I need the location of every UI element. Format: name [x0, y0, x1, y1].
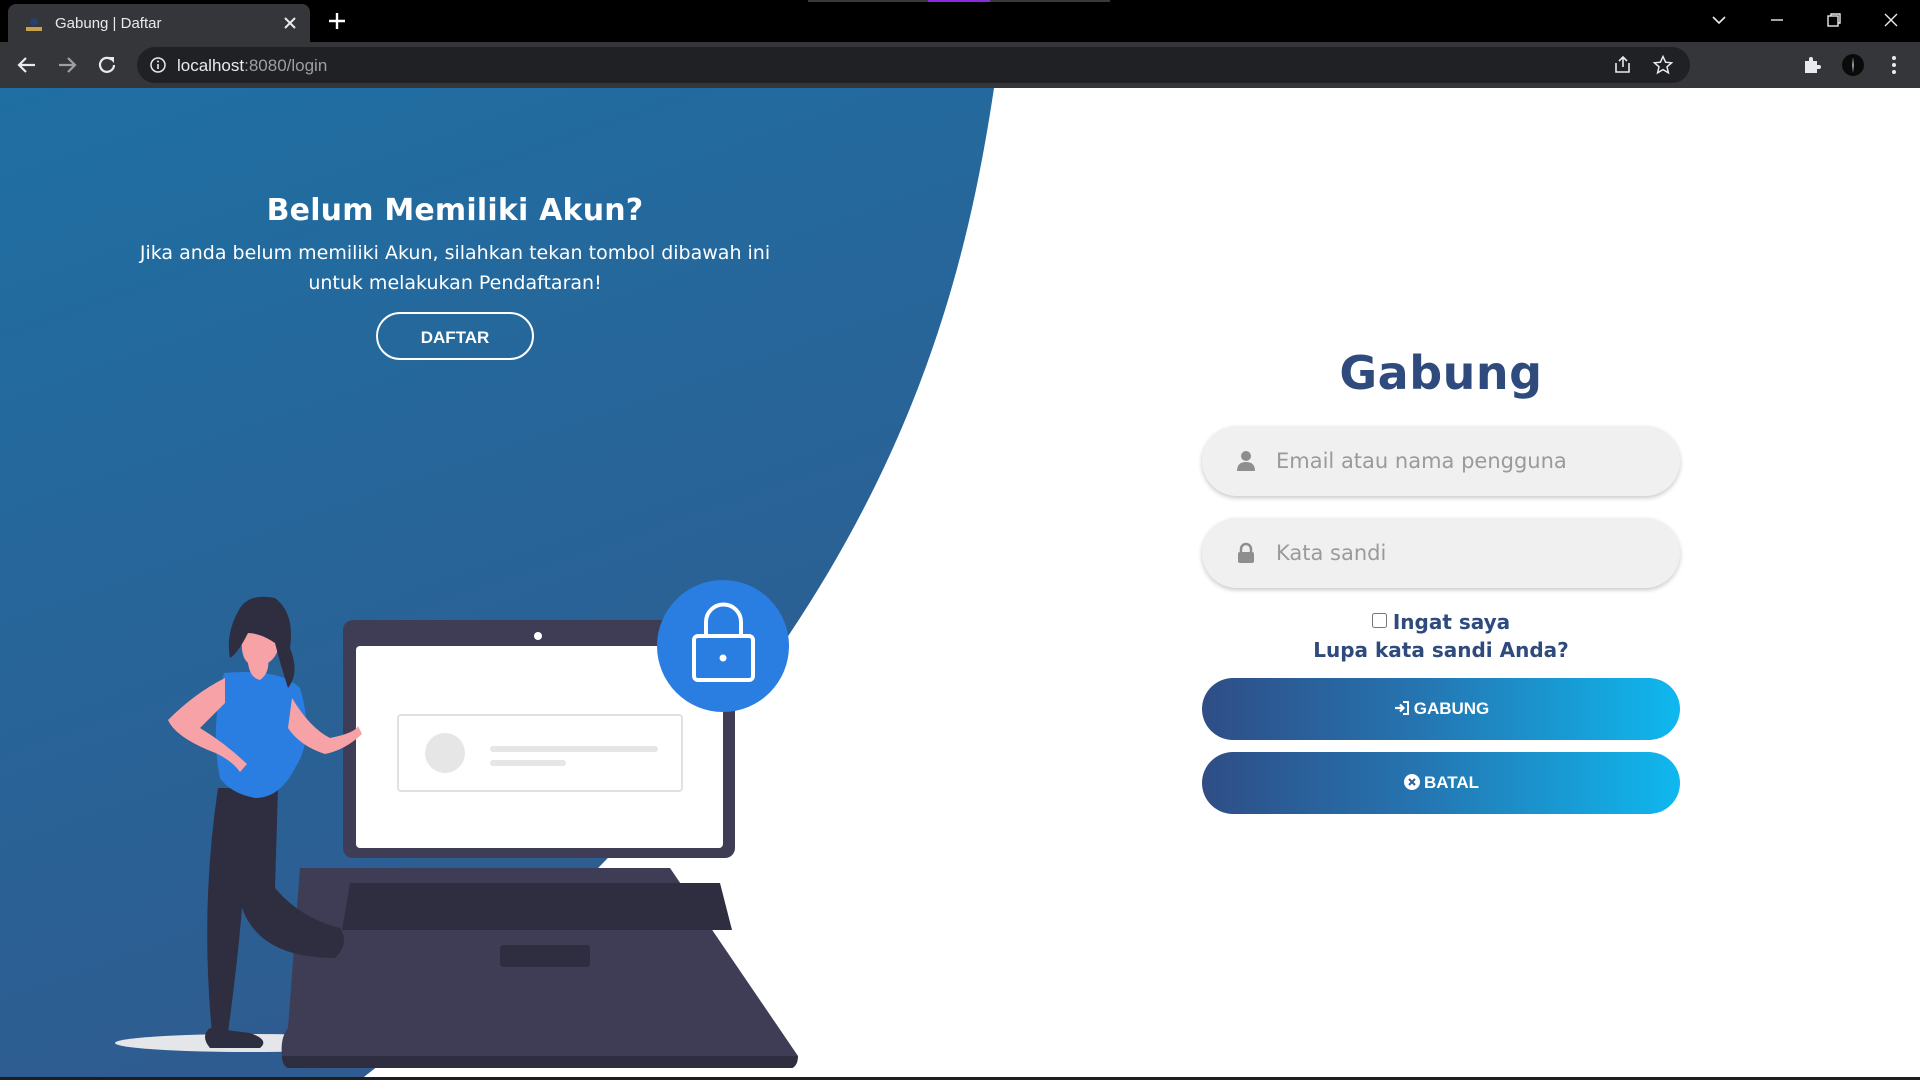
forward-arrow-icon[interactable] [53, 51, 81, 79]
password-field [1202, 518, 1680, 588]
extensions-puzzle-icon[interactable] [1800, 53, 1824, 77]
browser-toolbar: localhost:8080/login [0, 42, 1920, 88]
register-description: Jika anda belum memiliki Akun, silahkan … [139, 242, 771, 294]
login-button[interactable]: GABUNG [1202, 678, 1680, 740]
profile-avatar-icon[interactable] [1841, 53, 1865, 77]
url-text: localhost:8080/login [177, 56, 328, 75]
reload-icon[interactable] [93, 51, 121, 79]
register-button[interactable]: DAFTAR [376, 312, 534, 360]
new-tab-icon[interactable] [326, 10, 348, 32]
forgot-password-link[interactable]: Lupa kata sandi Anda? [1202, 638, 1680, 662]
login-title: Gabung [1339, 346, 1543, 400]
login-button-label: GABUNG [1413, 699, 1490, 718]
tab-close-icon[interactable] [280, 13, 300, 33]
email-field [1202, 426, 1680, 496]
user-icon [1237, 451, 1255, 471]
cancel-button[interactable]: BATAL [1202, 752, 1680, 814]
remember-me-checkbox[interactable] [1371, 613, 1387, 628]
share-icon[interactable] [1612, 54, 1634, 76]
password-input[interactable] [1276, 518, 1656, 588]
address-bar[interactable]: localhost:8080/login [137, 47, 1690, 83]
login-page: Belum Memiliki Akun? Jika anda belum mem… [0, 88, 1920, 1080]
email-input[interactable] [1276, 426, 1656, 496]
browser-tab-strip: Gabung | Daftar [0, 0, 1920, 42]
cancel-button-label: BATAL [1423, 773, 1480, 792]
browser-tab[interactable]: Gabung | Daftar [8, 4, 310, 42]
site-favicon-icon [26, 18, 42, 31]
close-window-icon[interactable] [1879, 8, 1903, 32]
back-arrow-icon[interactable] [13, 51, 41, 79]
lock-badge [657, 580, 789, 712]
tab-strip-accent [928, 0, 990, 2]
remember-me-label: Ingat saya [1392, 610, 1511, 634]
tab-title: Gabung | Daftar [55, 15, 162, 32]
login-form: Gabung Ingat saya Lupa kata sandi Anda? … [1202, 346, 1680, 814]
webcam-dot [534, 632, 542, 640]
minimize-icon[interactable] [1765, 8, 1789, 32]
bookmark-star-icon[interactable] [1652, 54, 1674, 76]
sign-in-icon [1394, 700, 1409, 715]
register-prompt: Belum Memiliki Akun? Jika anda belum mem… [120, 193, 790, 360]
site-info-icon[interactable] [149, 56, 167, 74]
remember-me: Ingat saya [1202, 610, 1680, 634]
tab-search-chevron-down-icon[interactable] [1707, 8, 1731, 32]
register-heading: Belum Memiliki Akun? [266, 193, 644, 228]
login-illustration [115, 580, 799, 1068]
browser-menu-icon[interactable] [1882, 53, 1906, 77]
lock-icon [1238, 542, 1254, 563]
times-circle-icon [1403, 773, 1420, 790]
restore-icon[interactable] [1822, 8, 1846, 32]
